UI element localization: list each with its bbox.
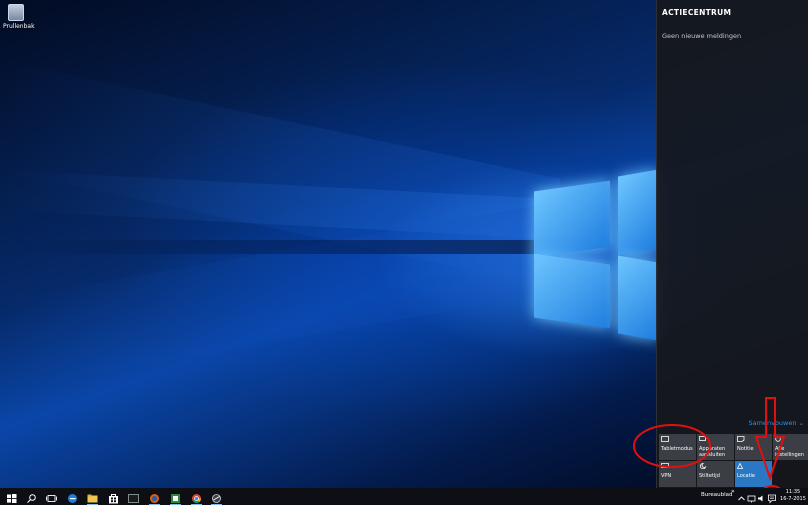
tile-all-settings[interactable]: Alle instellingen — [773, 434, 808, 460]
tile-tablet-mode[interactable]: Tabletmodus — [659, 434, 696, 460]
volume-icon[interactable] — [757, 490, 766, 503]
note-icon — [737, 436, 745, 442]
store-icon[interactable] — [107, 490, 120, 504]
task-view-icon[interactable] — [45, 490, 58, 503]
recycle-bin-icon — [8, 4, 24, 21]
moon-icon — [699, 463, 707, 469]
desktop-toolbar-label[interactable]: Bureaublad — [701, 492, 733, 498]
windows-logo-pane — [618, 169, 658, 256]
windows-logo-pane — [534, 180, 610, 258]
tile-quiet-hours[interactable]: Stiltetijd — [697, 461, 734, 487]
windows-logo-pane — [534, 253, 610, 329]
start-icon[interactable] — [5, 490, 18, 503]
taskbar: Bureaublad » 11:35 16-7-2015 — [0, 488, 808, 505]
tile-location[interactable]: Locatie — [735, 461, 772, 487]
wallpaper-beam — [0, 240, 540, 254]
collapse-label: Samenvouwen — [748, 419, 797, 427]
recycle-bin[interactable]: Prullenbak — [3, 4, 35, 30]
terminal-icon[interactable] — [127, 490, 140, 503]
chevron-up-icon[interactable] — [737, 490, 746, 503]
spreadsheet-icon[interactable] — [169, 490, 182, 505]
gear-icon — [775, 436, 783, 442]
windows-logo-pane — [618, 255, 658, 341]
tile-label: Stiltetijd — [699, 473, 720, 479]
tile-label: Locatie — [737, 473, 755, 479]
tile-connect[interactable]: Apparaten aansluiten — [697, 434, 734, 460]
file-explorer-icon[interactable] — [86, 490, 99, 505]
recycle-bin-label: Prullenbak — [3, 23, 35, 30]
clock-date: 16-7-2015 — [780, 496, 806, 502]
clock-time: 11:35 — [785, 489, 801, 495]
network-icon[interactable] — [747, 490, 756, 503]
vpn-icon — [661, 463, 669, 469]
tile-label: Apparaten aansluiten — [699, 446, 726, 458]
tile-label: VPN — [661, 473, 672, 479]
collapse-button[interactable]: Samenvouwen ⌄ — [749, 419, 804, 427]
tile-label: Notitie — [737, 446, 754, 452]
tile-note[interactable]: Notitie — [735, 434, 772, 460]
desktop-toolbar-chevron[interactable]: » — [731, 488, 735, 495]
edge-icon[interactable] — [66, 490, 79, 503]
tile-vpn[interactable]: VPN — [659, 461, 696, 487]
location-icon — [737, 463, 745, 469]
action-center-panel: ACTIECENTRUM Geen nieuwe meldingen Samen… — [656, 0, 808, 488]
action-center-title: ACTIECENTRUM — [662, 8, 732, 17]
app-icon[interactable] — [210, 490, 223, 505]
tile-label: Alle instellingen — [775, 446, 804, 458]
tile-label: Tabletmodus — [661, 446, 693, 452]
chevron-down-icon: ⌄ — [798, 419, 804, 427]
taskbar-clock[interactable]: 11:35 16-7-2015 — [779, 489, 807, 503]
tablet-mode-icon — [661, 436, 669, 442]
connect-icon — [699, 436, 707, 442]
no-notifications-text: Geen nieuwe meldingen — [662, 32, 742, 40]
firefox-icon[interactable] — [148, 490, 161, 505]
action-center-icon[interactable] — [767, 490, 777, 504]
chrome-icon[interactable] — [190, 490, 203, 505]
search-icon[interactable] — [25, 490, 38, 503]
